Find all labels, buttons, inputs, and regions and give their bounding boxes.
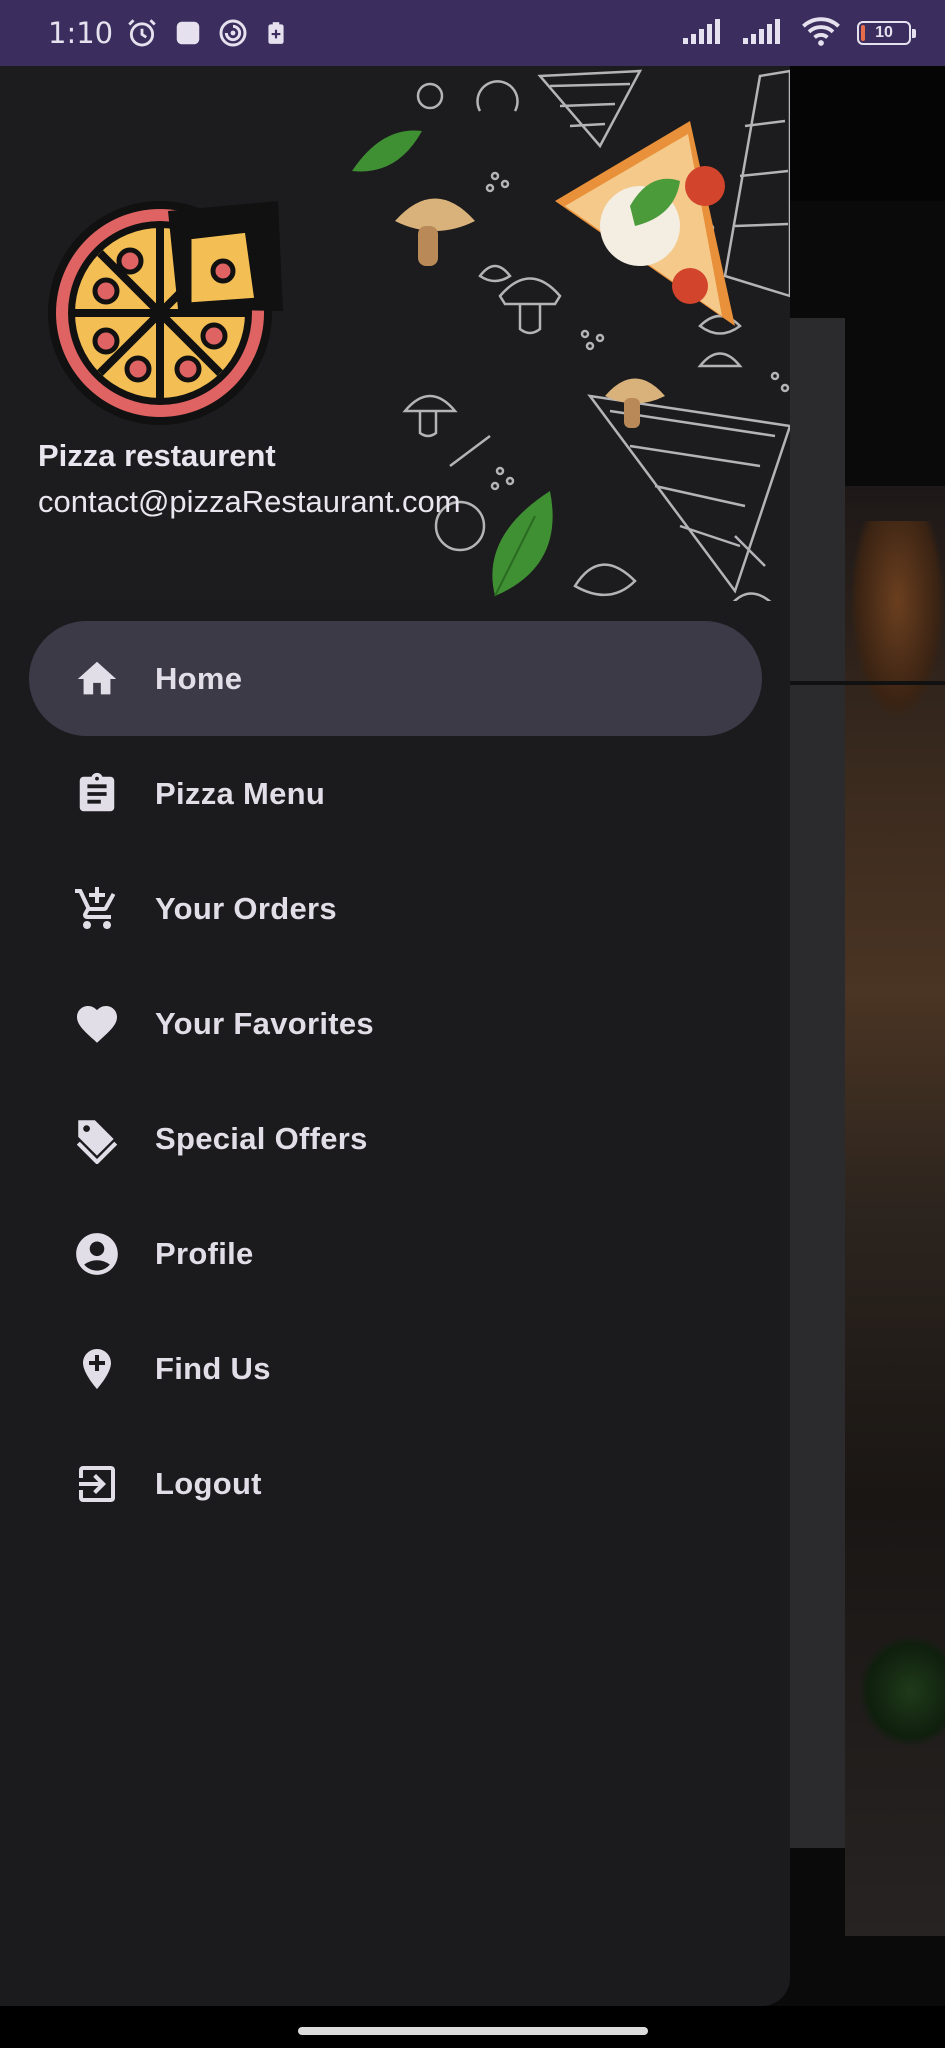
square-app-icon bbox=[173, 18, 203, 48]
drawer-item-label: Profile bbox=[155, 1235, 254, 1271]
drawer-header: Pizza restaurent contact@pizzaRestaurant… bbox=[0, 66, 790, 601]
drawer-item-your-orders[interactable]: Your Orders bbox=[29, 851, 762, 966]
home-icon bbox=[72, 654, 122, 704]
battery-saver-icon bbox=[263, 18, 289, 48]
drawer-item-pizza-menu[interactable]: Pizza Menu bbox=[29, 736, 762, 851]
heart-icon bbox=[72, 999, 122, 1049]
wifi-icon bbox=[801, 15, 841, 52]
add-cart-icon bbox=[72, 884, 122, 934]
swirl-app-icon bbox=[217, 17, 249, 49]
system-nav-bar bbox=[0, 2006, 945, 2048]
signal-icon bbox=[741, 16, 785, 51]
status-time: 1:10 bbox=[48, 16, 114, 50]
add-location-icon bbox=[72, 1344, 122, 1394]
battery-level: 10 bbox=[875, 24, 893, 41]
drawer-item-label: Your Orders bbox=[155, 890, 337, 926]
logout-icon bbox=[72, 1459, 122, 1509]
drawer-item-your-favorites[interactable]: Your Favorites bbox=[29, 966, 762, 1081]
drawer-item-label: Home bbox=[155, 660, 243, 696]
drawer-item-label: Your Favorites bbox=[155, 1005, 374, 1041]
drawer-item-find-us[interactable]: Find Us bbox=[29, 1311, 762, 1426]
drawer-item-label: Logout bbox=[155, 1465, 262, 1501]
drawer-item-special-offers[interactable]: Special Offers bbox=[29, 1081, 762, 1196]
drawer-item-logout[interactable]: Logout bbox=[29, 1426, 762, 1541]
tags-icon bbox=[72, 1114, 122, 1164]
drawer-item-profile[interactable]: Profile bbox=[29, 1196, 762, 1311]
drawer-item-label: Find Us bbox=[155, 1350, 271, 1386]
alarm-icon bbox=[125, 16, 159, 50]
drawer-menu: Home Pizza Menu Your Orders Your Favorit… bbox=[0, 621, 790, 1541]
clipboard-icon bbox=[72, 769, 122, 819]
home-gesture-handle[interactable] bbox=[298, 2027, 648, 2035]
restaurant-email: contact@pizzaRestaurant.com bbox=[38, 484, 461, 519]
drawer-item-home[interactable]: Home bbox=[29, 621, 762, 736]
signal-icon bbox=[681, 16, 725, 51]
status-bar: 1:10 10 bbox=[0, 0, 945, 66]
battery-icon: 10 bbox=[857, 21, 916, 45]
drawer-item-label: Pizza Menu bbox=[155, 775, 326, 811]
restaurant-name: Pizza restaurent bbox=[38, 438, 276, 473]
account-circle-icon bbox=[72, 1229, 122, 1279]
pizza-logo-icon bbox=[48, 201, 283, 425]
drawer-item-label: Special Offers bbox=[155, 1120, 368, 1156]
navigation-drawer: Pizza restaurent contact@pizzaRestaurant… bbox=[0, 66, 790, 2006]
